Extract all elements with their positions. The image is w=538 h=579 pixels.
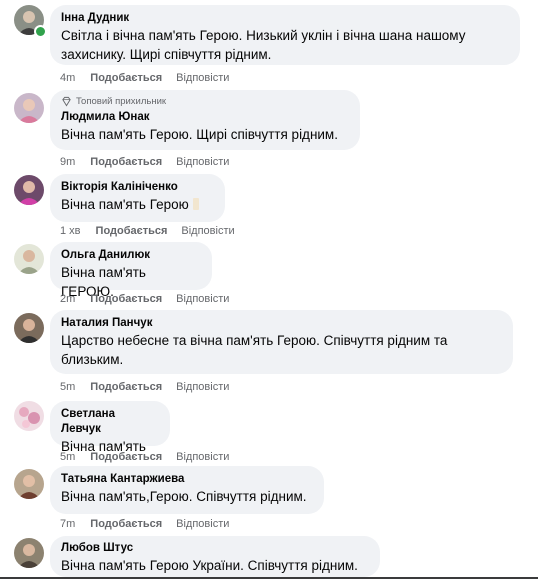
like-button[interactable]: Подобається xyxy=(90,517,162,531)
comment-bubble: Ольга Данилюк Вічна пам'ять ГЕРОЮ. xyxy=(50,242,212,299)
comment: Татьяна Кантаржиева Вічна пам'ять,Герою.… xyxy=(0,466,538,534)
online-status-indicator xyxy=(34,25,47,38)
comment-text-line: Світла і вічна пам'ять Герою. Низький ук… xyxy=(61,28,466,43)
comment: Інна Дудник Світла і вічна пам'ять Герою… xyxy=(0,0,538,90)
comment-timestamp[interactable]: 5m xyxy=(60,380,75,394)
reply-button[interactable]: Відповісти xyxy=(176,380,229,394)
like-button[interactable]: Подобається xyxy=(90,380,162,394)
reply-button[interactable]: Відповісти xyxy=(176,517,229,531)
comment-timestamp[interactable]: 4m xyxy=(60,71,75,85)
comment-bubble: Светлана Левчук Вічна пам'ять xyxy=(50,401,170,454)
diamond-icon xyxy=(62,96,71,107)
comment-text-line: Вічна пам'ять,Герою. Співчуття рідним. xyxy=(61,489,307,504)
comment: Светлана Левчук Вічна пам'ять 5m Подобає… xyxy=(0,398,538,466)
comment-author[interactable]: Людмила Юнак xyxy=(61,110,348,125)
avatar[interactable] xyxy=(14,313,44,343)
comment-actions: 4m Подобається Відповісти xyxy=(60,71,229,85)
comment-timestamp[interactable]: 5m xyxy=(60,450,75,464)
comment-author[interactable]: Светлана Левчук xyxy=(61,407,158,437)
comment-bubble: Татьяна Кантаржиева Вічна пам'ять,Герою.… xyxy=(50,466,324,514)
like-button[interactable]: Подобається xyxy=(90,450,162,464)
reply-button[interactable]: Відповісти xyxy=(176,71,229,85)
comment-timestamp[interactable]: 7m xyxy=(60,517,75,531)
comment-actions: 2m Подобається Відповісти xyxy=(60,292,229,306)
comment: Любов Штус Вічна пам'ять Герою України. … xyxy=(0,534,538,579)
comment: Топовий прихильник Людмила Юнак Вічна па… xyxy=(0,90,538,170)
reply-button[interactable]: Відповісти xyxy=(176,292,229,306)
avatar[interactable] xyxy=(14,175,44,205)
like-button[interactable]: Подобається xyxy=(90,292,162,306)
like-button[interactable]: Подобається xyxy=(90,71,162,85)
comment-actions: 1 хв Подобається Відповісти xyxy=(60,224,235,238)
comment-actions: 9m Подобається Відповісти xyxy=(60,155,229,169)
comment-author[interactable]: Любов Штус xyxy=(61,541,368,556)
reply-button[interactable]: Відповісти xyxy=(176,155,229,169)
comment-author[interactable]: Татьяна Кантаржиева xyxy=(61,472,312,487)
comment: Ольга Данилюк Вічна пам'ять ГЕРОЮ. 2m По… xyxy=(0,240,538,310)
comment-timestamp[interactable]: 2m xyxy=(60,292,75,306)
comment-bubble: Вікторія Калініченко Вічна пам'ять Герою xyxy=(50,174,225,222)
comment: Вікторія Калініченко Вічна пам'ять Герою… xyxy=(0,170,538,240)
comment-author[interactable]: Інна Дудник xyxy=(61,11,508,26)
comment-text-line: Царство небесне та вічна пам'ять Герою. … xyxy=(61,333,448,348)
comment-bubble: Інна Дудник Світла і вічна пам'ять Герою… xyxy=(50,5,520,65)
comment-author[interactable]: Ольга Данилюк xyxy=(61,248,200,263)
comment-actions: 5m Подобається Відповісти xyxy=(60,380,229,394)
comment: Наталия Панчук Царство небесне та вічна … xyxy=(0,310,538,398)
candle-emoji-icon xyxy=(192,198,199,210)
comment-text-line: захиснику. Щирі співчуття рідним. xyxy=(61,47,272,62)
comment-bubble: Любов Штус Вічна пам'ять Герою України. … xyxy=(50,536,380,577)
avatar[interactable] xyxy=(14,244,44,274)
reply-button[interactable]: Відповісти xyxy=(181,224,234,238)
comment-timestamp[interactable]: 1 хв xyxy=(60,224,81,238)
comment-bubble: Наталия Панчук Царство небесне та вічна … xyxy=(50,310,513,374)
comment-bubble: Топовий прихильник Людмила Юнак Вічна па… xyxy=(50,90,360,150)
comment-actions: 5m Подобається Відповісти xyxy=(60,450,229,464)
avatar[interactable] xyxy=(14,469,44,499)
avatar[interactable] xyxy=(14,93,44,123)
comment-text-line: близьким. xyxy=(61,352,124,367)
avatar[interactable] xyxy=(14,538,44,568)
comment-actions: 7m Подобається Відповісти xyxy=(60,517,229,531)
comment-text-line: Вічна пам'ять Герою. Щирі співчуття рідн… xyxy=(61,127,338,142)
top-fan-label: Топовий прихильник xyxy=(76,96,167,107)
comment-timestamp[interactable]: 9m xyxy=(60,155,75,169)
comment-author[interactable]: Вікторія Калініченко xyxy=(61,180,213,195)
comment-text-line: Вічна пам'ять Герою xyxy=(61,195,213,214)
top-fan-badge: Топовий прихильник xyxy=(61,96,348,107)
reply-button[interactable]: Відповісти xyxy=(176,450,229,464)
avatar[interactable] xyxy=(14,401,44,431)
like-button[interactable]: Подобається xyxy=(96,224,168,238)
comment-author[interactable]: Наталия Панчук xyxy=(61,316,501,331)
like-button[interactable]: Подобається xyxy=(90,155,162,169)
comment-text-line: Вічна пам'ять Герою України. Співчуття р… xyxy=(61,558,358,573)
